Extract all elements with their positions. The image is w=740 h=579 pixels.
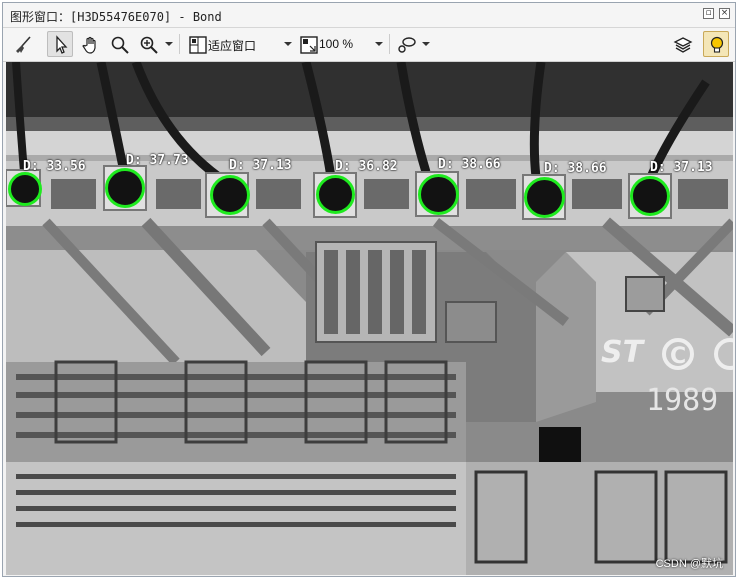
hand-icon[interactable] [77, 31, 103, 57]
bond-ball-circle[interactable] [105, 168, 145, 208]
restore-icon[interactable]: ▫ [703, 8, 714, 19]
zoom-in-icon[interactable] [135, 31, 161, 57]
bond-diameter-label: D: 37.13 [229, 158, 292, 173]
pointer-icon[interactable] [47, 31, 73, 57]
toolbar-separator [389, 34, 390, 54]
bond-ball-circle[interactable] [316, 175, 355, 214]
bond-diameter-label: D: 38.66 [544, 161, 607, 176]
watermark: CSDN @默坑 [655, 558, 723, 570]
image-view[interactable]: ST C 1989 D: 33.56 D: 37.73 D: 37.13 D: … [6, 62, 733, 575]
title-bar: 图形窗口：[H3D55476E070] - Bond ▫ × [3, 3, 735, 28]
bond-diameter-label: D: 37.73 [126, 153, 189, 168]
graphics-window: 图形窗口：[H3D55476E070] - Bond ▫ × 适应窗口 100 … [2, 2, 736, 577]
bond-diameter-label: D: 36.82 [335, 159, 398, 174]
broom-icon[interactable] [9, 31, 35, 57]
die-image: ST C 1989 [6, 62, 733, 575]
magnifier-icon[interactable] [106, 31, 132, 57]
lasso-icon[interactable] [393, 31, 419, 57]
bond-ball-circle[interactable] [630, 176, 670, 216]
st-logo: ST [601, 335, 646, 370]
fit-dropdown-caret[interactable] [284, 42, 292, 46]
lightbulb-icon[interactable] [703, 31, 729, 57]
layers-icon[interactable] [669, 31, 695, 57]
zoom-dropdown-caret[interactable] [165, 42, 173, 46]
die-year-marking: 1989 [646, 383, 718, 418]
zoom-value-select[interactable]: 100 % [319, 37, 353, 51]
lasso-dropdown-caret[interactable] [422, 42, 430, 46]
window-title: 图形窗口：[H3D55476E070] - Bond [10, 10, 222, 24]
zoom-value-caret[interactable] [375, 42, 383, 46]
bond-ball-circle[interactable] [210, 175, 250, 215]
bond-diameter-label: D: 38.66 [438, 157, 501, 172]
bond-diameter-label: D: 33.56 [23, 159, 86, 174]
bond-ball-circle[interactable] [8, 172, 42, 206]
fit-option-select[interactable]: 适应窗口 [208, 37, 256, 54]
zoom-percent-icon[interactable] [295, 31, 321, 57]
bond-ball-circle[interactable] [524, 177, 565, 218]
fit-window-icon[interactable] [184, 31, 210, 57]
toolbar: 适应窗口 100 % [3, 28, 735, 62]
bond-ball-circle[interactable] [418, 174, 459, 215]
toolbar-separator [179, 34, 180, 54]
svg-text:C: C [670, 344, 686, 369]
close-icon[interactable]: × [719, 8, 730, 19]
bond-diameter-label: D: 37.13 [650, 160, 713, 175]
